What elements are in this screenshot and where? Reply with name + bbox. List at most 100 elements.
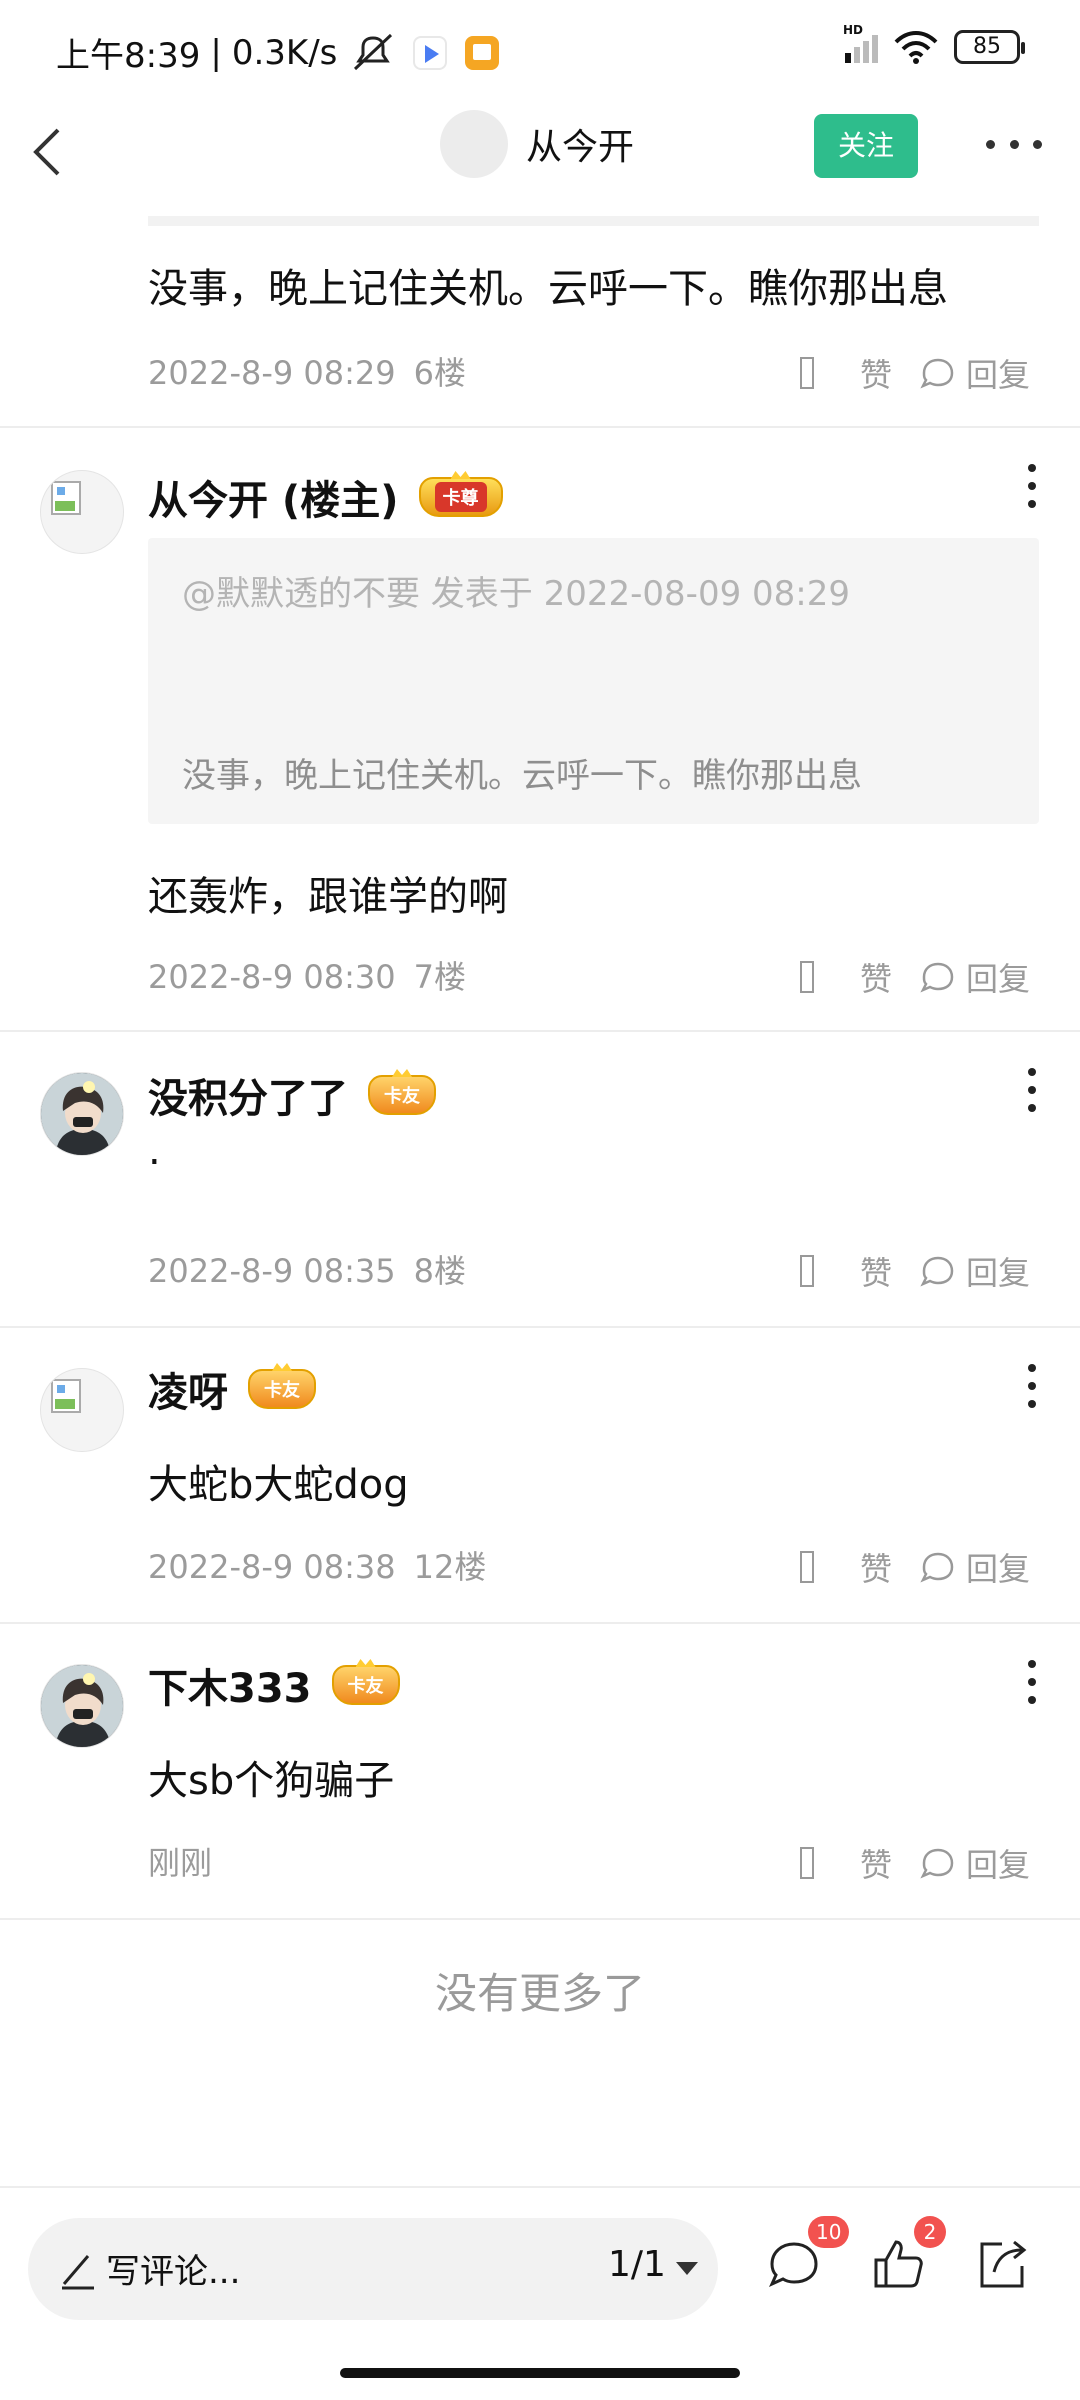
- comment-meta: 2022-8-9 08:29 6楼: [148, 348, 466, 394]
- notes-app-icon: [465, 35, 500, 70]
- like-icon[interactable]: [800, 357, 814, 389]
- net-speed: 0.3K/s: [231, 32, 338, 73]
- comment-text: 还轰炸，跟谁学的啊: [148, 874, 508, 920]
- comment-actions: 赞 回复: [800, 350, 1030, 396]
- reply-icon[interactable]: [918, 1550, 958, 1584]
- comment-floor: 8楼: [413, 1252, 467, 1290]
- reply-button[interactable]: 回复: [966, 1840, 1030, 1886]
- level-badge: 卡友: [368, 1075, 436, 1115]
- reply-button[interactable]: 回复: [966, 954, 1030, 1000]
- comment-input[interactable]: 写评论... 1/1: [28, 2218, 718, 2320]
- avatar[interactable]: [40, 1664, 124, 1748]
- more-vertical-icon[interactable]: [1024, 1068, 1040, 1112]
- comment-header: 凌呀 卡友: [148, 1360, 316, 1418]
- comment-floor: 7楼: [413, 958, 467, 996]
- reply-icon[interactable]: [918, 960, 958, 994]
- chevron-down-icon[interactable]: [676, 2262, 698, 2275]
- comment-count-badge: 10: [808, 2216, 850, 2248]
- quote-header: @默默透的不要 发表于 2022-08-09 08:29: [182, 574, 850, 614]
- bottom-bar: 写评论... 1/1 10 2: [0, 2188, 1080, 2368]
- more-vertical-icon[interactable]: [1024, 1660, 1040, 1704]
- reply-icon[interactable]: [918, 1254, 958, 1288]
- wifi-icon: [894, 31, 938, 64]
- username[interactable]: 没积分了了: [148, 1066, 348, 1124]
- avatar[interactable]: [40, 470, 124, 554]
- reply-icon[interactable]: [918, 1846, 958, 1880]
- like-button[interactable]: 赞: [860, 1544, 892, 1590]
- comment-text: 大sb个狗骗子: [148, 1758, 395, 1804]
- like-icon[interactable]: [800, 1255, 814, 1287]
- follow-button[interactable]: 关注: [814, 114, 918, 178]
- list-item: 下木333 卡友 大sb个狗骗子 刚刚 赞 回复: [0, 1624, 1080, 1920]
- mute-icon: [351, 33, 395, 73]
- comment-text: .: [148, 1128, 161, 1174]
- reply-button[interactable]: 回复: [966, 350, 1030, 396]
- reply-icon[interactable]: [918, 356, 958, 390]
- quote-block: @默默透的不要 发表于 2022-08-09 08:29 没事，晚上记住关机。云…: [148, 538, 1039, 824]
- comment-actions: 赞 回复: [800, 954, 1030, 1000]
- like-button[interactable]: 赞: [860, 1840, 892, 1886]
- username[interactable]: 从今开 (楼主): [148, 468, 399, 526]
- comment-meta: 2022-8-9 08:35 8楼: [148, 1246, 466, 1292]
- comment-time: 刚刚: [148, 1844, 213, 1882]
- reply-button[interactable]: 回复: [966, 1544, 1030, 1590]
- comment-placeholder: 写评论...: [106, 2252, 241, 2292]
- comment-time: 2022-8-9 08:30: [148, 958, 396, 996]
- like-button[interactable]: 赞: [860, 1248, 892, 1294]
- like-count-badge: 2: [914, 2216, 946, 2248]
- comment-actions: 赞 回复: [800, 1248, 1030, 1294]
- comment-actions: 赞 回复: [800, 1544, 1030, 1590]
- clock: 上午8:39: [56, 36, 201, 76]
- more-vertical-icon[interactable]: [1024, 1364, 1040, 1408]
- video-app-icon: [413, 35, 448, 70]
- level-badge: 卡尊: [418, 477, 503, 517]
- avatar[interactable]: [440, 110, 508, 178]
- status-left: 上午8:39 | 0.3K/s: [56, 28, 500, 77]
- comment-meta: 刚刚: [148, 1838, 230, 1884]
- avatar[interactable]: [40, 1072, 124, 1156]
- comment-floor: 6楼: [413, 354, 467, 392]
- nav-bar: 从今开 关注: [0, 96, 1080, 216]
- battery-icon: 85: [954, 30, 1025, 64]
- list-item: 没事，晚上记住关机。云呼一下。瞧你那出息 2022-8-9 08:29 6楼 赞 …: [0, 216, 1080, 428]
- like-button[interactable]: 赞: [860, 954, 892, 1000]
- list-item: 从今开 (楼主) 卡尊 @默默透的不要 发表于 2022-08-09 08:29…: [0, 428, 1080, 1032]
- comment-meta: 2022-8-9 08:30 7楼: [148, 952, 466, 998]
- username[interactable]: 凌呀: [148, 1360, 228, 1418]
- comment-time: 2022-8-9 08:35: [148, 1252, 396, 1290]
- level-badge: 卡友: [331, 1665, 400, 1705]
- list-item: 没积分了了 卡友 . 2022-8-9 08:35 8楼 赞 回复: [0, 1032, 1080, 1328]
- username[interactable]: 下木333: [148, 1656, 312, 1714]
- quote-text: 没事，晚上记住关机。云呼一下。瞧你那出息: [182, 756, 862, 796]
- more-icon[interactable]: [986, 124, 1042, 164]
- back-icon[interactable]: [22, 116, 82, 186]
- comment-header: 从今开 (楼主) 卡尊: [148, 468, 503, 526]
- status-right: HD 85: [843, 23, 1025, 64]
- status-bar: 上午8:39 | 0.3K/s HD 85: [0, 0, 1080, 96]
- home-indicator[interactable]: [340, 2368, 740, 2378]
- nav-user[interactable]: 从今开: [440, 110, 634, 178]
- like-icon[interactable]: [800, 1847, 814, 1879]
- share-icon[interactable]: [972, 2234, 1032, 2294]
- avatar[interactable]: [40, 1368, 124, 1452]
- comment-actions: 赞 回复: [800, 1840, 1030, 1886]
- comment-time: 2022-8-9 08:38: [148, 1548, 396, 1586]
- pen-icon: [62, 2255, 94, 2290]
- list-item: 凌呀 卡友 大蛇b大蛇dog 2022-8-9 08:38 12楼 赞 回复: [0, 1328, 1080, 1624]
- comment-header: 没积分了了 卡友: [148, 1066, 436, 1124]
- like-icon[interactable]: [800, 961, 814, 993]
- reply-button[interactable]: 回复: [966, 1248, 1030, 1294]
- signal-icon: HD: [843, 23, 878, 63]
- page-indicator[interactable]: 1/1: [608, 2244, 666, 2285]
- level-badge: 卡友: [248, 1369, 316, 1409]
- comment-text: 大蛇b大蛇dog: [148, 1462, 409, 1508]
- like-button[interactable]: 赞: [860, 350, 892, 396]
- comment-floor: 12楼: [413, 1548, 487, 1586]
- comment-time: 2022-8-9 08:29: [148, 354, 396, 392]
- page-title: 从今开: [526, 127, 635, 168]
- more-vertical-icon[interactable]: [1024, 464, 1040, 508]
- comment-meta: 2022-8-9 08:38 12楼: [148, 1542, 486, 1588]
- comment-header: 下木333 卡友: [148, 1656, 400, 1714]
- comment-text: 没事，晚上记住关机。云呼一下。瞧你那出息: [148, 266, 948, 312]
- like-icon[interactable]: [800, 1551, 814, 1583]
